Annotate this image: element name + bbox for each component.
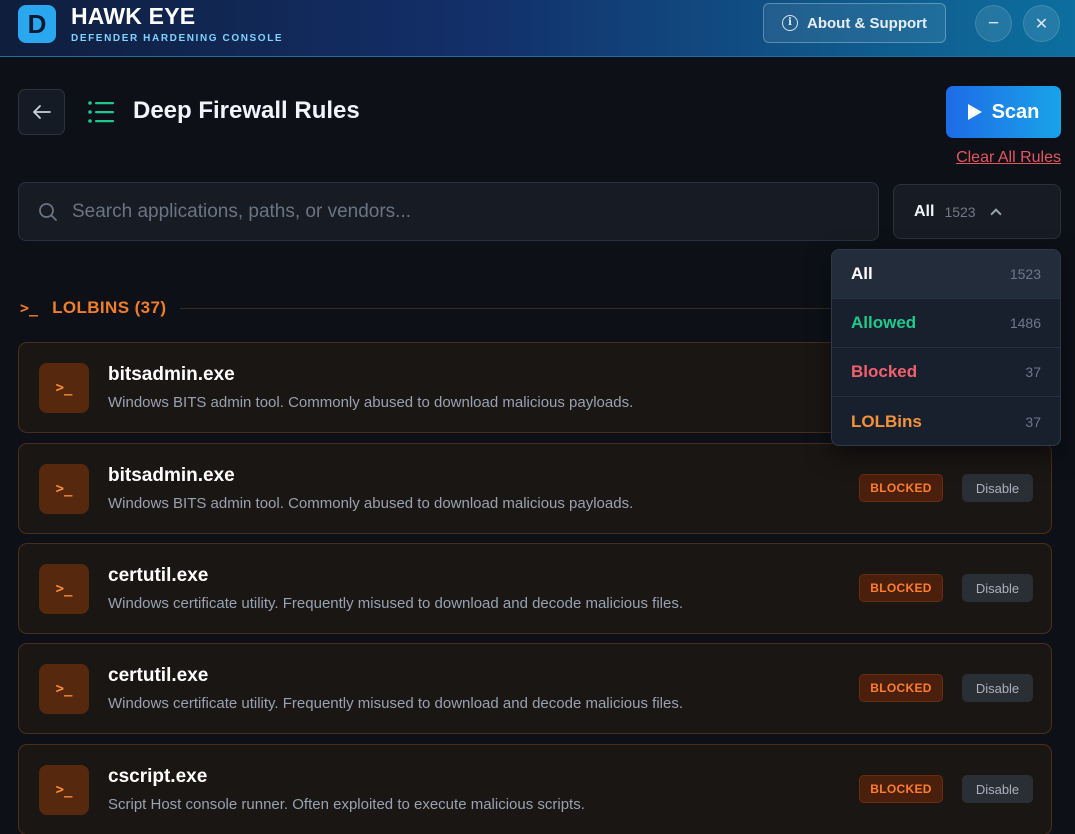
filter-option-count: 1486 <box>1009 315 1041 331</box>
rule-name: certutil.exe <box>108 565 209 586</box>
filter-option-count: 1523 <box>1009 266 1041 282</box>
terminal-icon: >_ <box>39 564 89 614</box>
rule-row[interactable]: >_ cscript.exe Script Host console runner.… <box>18 744 1052 834</box>
rule-row[interactable]: >_ certutil.exe Windows certificate utilit… <box>18 643 1052 734</box>
filter-option-label: Allowed <box>851 313 917 332</box>
search-input[interactable] <box>72 200 832 223</box>
filter-option-count: 37 <box>1025 413 1041 430</box>
filter-select[interactable]: All 1523 <box>893 184 1061 239</box>
app-logo: D <box>18 5 56 43</box>
filter-option-lolbins[interactable]: LOLBins 37 <box>832 397 1060 445</box>
section-divider <box>180 307 840 309</box>
app-subtitle: DEFENDER HARDENING CONSOLE <box>71 33 284 44</box>
title-bar: D HAWK EYE DEFENDER HARDENING CONSOLE i … <box>0 0 1075 57</box>
minimize-button[interactable]: − <box>975 5 1012 42</box>
section-header-lolbins: >_ LOLBINS (37) <box>20 298 840 318</box>
about-support-button[interactable]: i About & Support <box>763 3 946 43</box>
terminal-icon: >_ <box>39 363 89 413</box>
minimize-icon: − <box>987 12 1000 34</box>
filter-option-label: All <box>851 264 873 283</box>
disable-button[interactable]: Disable <box>962 674 1033 702</box>
section-title: LOLBINS (37) <box>52 298 167 317</box>
status-badge: BLOCKED <box>859 674 943 702</box>
terminal-icon: >_ <box>20 299 39 317</box>
filter-option-label: LOLBins <box>851 411 922 431</box>
app-title: HAWK EYE <box>71 3 196 29</box>
rule-description: Windows BITS admin tool. Commonly abused… <box>108 394 634 411</box>
disable-button[interactable]: Disable <box>962 775 1033 803</box>
scan-label: Scan <box>991 100 1040 123</box>
back-button[interactable] <box>18 89 65 135</box>
status-badge: BLOCKED <box>859 474 943 502</box>
close-button[interactable]: ✕ <box>1023 5 1060 42</box>
filter-option-label: Blocked <box>851 362 918 381</box>
rule-row[interactable]: >_ certutil.exe Windows certificate utilit… <box>18 543 1052 634</box>
rule-row[interactable]: >_ bitsadmin.exe Windows BITS admin tool. … <box>18 443 1052 534</box>
close-icon: ✕ <box>1034 15 1049 33</box>
rule-description: Windows BITS admin tool. Commonly abused… <box>108 495 634 512</box>
chevron-up-icon <box>989 208 1002 220</box>
rule-name: certutil.exe <box>108 665 209 686</box>
about-support-label: About & Support <box>807 14 927 32</box>
scan-button[interactable]: Scan <box>946 86 1061 138</box>
list-icon <box>88 101 114 123</box>
info-icon: i <box>782 15 798 31</box>
search-box <box>18 182 879 241</box>
app-logo-letter: D <box>27 8 47 39</box>
terminal-icon: >_ <box>39 765 89 815</box>
disable-button[interactable]: Disable <box>962 574 1033 602</box>
page-title: Deep Firewall Rules <box>133 97 360 124</box>
rule-name: bitsadmin.exe <box>108 364 235 385</box>
filter-selected-count: 1523 <box>944 203 976 220</box>
disable-button[interactable]: Disable <box>962 474 1033 502</box>
play-icon <box>967 104 982 120</box>
filter-dropdown-menu: All 1523 Allowed 1486 Blocked 37 LOLBins 37 <box>831 249 1061 446</box>
status-badge: BLOCKED <box>859 775 943 803</box>
search-icon <box>39 202 57 221</box>
filter-option-count: 37 <box>1025 364 1041 380</box>
rule-description: Windows certificate utility. Frequently … <box>108 695 683 712</box>
terminal-icon: >_ <box>39 664 89 714</box>
filter-selected-label: All <box>914 202 935 220</box>
filter-option-all[interactable]: All 1523 <box>832 250 1060 299</box>
rule-description: Script Host console runner. Often exploi… <box>108 796 585 813</box>
filter-option-allowed[interactable]: Allowed 1486 <box>832 299 1060 348</box>
arrow-left-icon <box>32 105 51 119</box>
terminal-icon: >_ <box>39 464 89 514</box>
filter-option-blocked[interactable]: Blocked 37 <box>832 348 1060 397</box>
rule-name: bitsadmin.exe <box>108 465 235 486</box>
status-badge: BLOCKED <box>859 574 943 602</box>
clear-all-rules-link[interactable]: Clear All Rules <box>956 149 1061 167</box>
rule-description: Windows certificate utility. Frequently … <box>108 595 683 612</box>
rule-name: cscript.exe <box>108 766 208 787</box>
